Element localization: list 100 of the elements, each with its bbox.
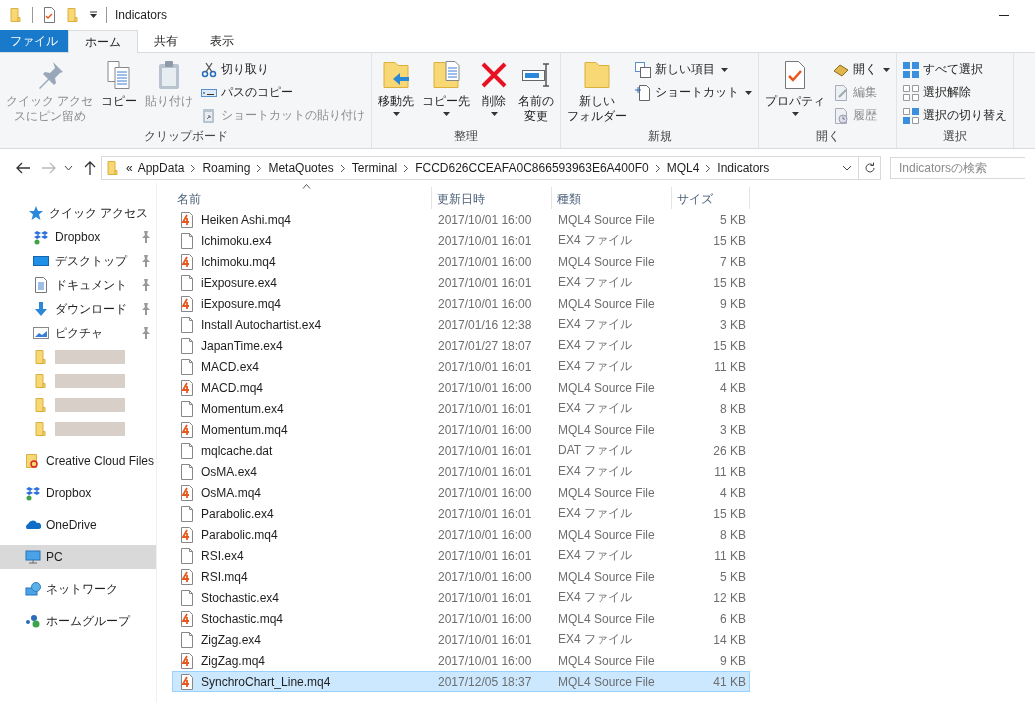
file-row[interactable]: Momentum.mq4 2017/10/01 16:00 MQL4 Source File 3 KB — [172, 419, 750, 440]
breadcrumb[interactable]: FCCD626CCEAFA0C866593963E6A400F0 — [415, 161, 649, 175]
ribbon-button[interactable]: コピー先 — [419, 56, 474, 128]
nav-item[interactable]: OneDrive — [0, 513, 156, 537]
file-row[interactable]: RSI.ex4 2017/10/01 16:01 EX4 ファイル 11 KB — [172, 545, 750, 566]
file-row[interactable]: Parabolic.ex4 2017/10/01 16:01 EX4 ファイル 15 KB — [172, 503, 750, 524]
pin-icon[interactable] — [141, 231, 151, 243]
nav-item[interactable]: ドキュメント — [0, 273, 156, 297]
file-row[interactable]: Heiken Ashi.mq4 2017/10/01 16:00 MQL4 Source File 5 KB — [172, 209, 750, 230]
nav-item[interactable]: ネットワーク — [0, 577, 156, 601]
file-row[interactable]: MACD.mq4 2017/10/01 16:00 MQL4 Source File 4 KB — [172, 377, 750, 398]
file-row[interactable]: ZigZag.mq4 2017/10/01 16:00 MQL4 Source File 9 KB — [172, 650, 750, 671]
ribbon-button[interactable]: コピー — [98, 56, 141, 128]
file-row[interactable]: RSI.mq4 2017/10/01 16:00 MQL4 Source File 5 KB — [172, 566, 750, 587]
source-file-icon — [179, 484, 195, 501]
nav-item[interactable]: デスクトップ — [0, 249, 156, 273]
nav-label: クイック アクセス — [49, 204, 149, 222]
chevron-right-icon[interactable] — [256, 163, 263, 173]
file-row[interactable]: Momentum.ex4 2017/10/01 16:01 EX4 ファイル 8 KB — [172, 398, 750, 419]
ribbon-button[interactable]: 切り取り — [198, 59, 369, 80]
file-row[interactable]: Stochastic.ex4 2017/10/01 16:01 EX4 ファイル 12 KB — [172, 587, 750, 608]
file-tab[interactable]: ファイル — [0, 30, 68, 52]
ribbon-button[interactable]: 削除 — [475, 56, 514, 128]
checked-document-icon[interactable] — [41, 7, 57, 23]
ribbon-button[interactable]: 名前の 変更 — [515, 56, 558, 128]
nav-item[interactable]: ホームグループ — [0, 609, 156, 633]
file-row[interactable]: Parabolic.mq4 2017/10/01 16:00 MQL4 Source File 8 KB — [172, 524, 750, 545]
pin-icon[interactable] — [141, 279, 151, 291]
file-icon — [179, 274, 195, 291]
chevron-right-icon[interactable] — [339, 163, 346, 173]
up-arrow-icon[interactable] — [83, 160, 97, 176]
chevron-right-icon[interactable] — [190, 163, 197, 173]
search-field[interactable]: Indicatorsの検索 — [890, 157, 1025, 179]
file-row[interactable]: mqlcache.dat 2017/10/01 16:01 DAT ファイル 26 KB — [172, 440, 750, 461]
ribbon-tab[interactable]: 共有 — [138, 30, 194, 53]
back-arrow-icon[interactable] — [15, 160, 31, 176]
ribbon-button[interactable]: 選択解除 — [900, 82, 1011, 103]
ribbon-button[interactable]: 新しい フォルダー — [564, 56, 631, 128]
file-row[interactable]: OsMA.ex4 2017/10/01 16:01 EX4 ファイル 11 KB — [172, 461, 750, 482]
nav-item[interactable]: ピクチャ — [0, 321, 156, 345]
column-header[interactable]: 種類 — [552, 187, 672, 209]
breadcrumb[interactable]: MQL4 — [666, 161, 700, 175]
file-size: 12 KB — [712, 589, 747, 607]
file-row[interactable]: Ichimoku.ex4 2017/10/01 16:01 EX4 ファイル 15 KB — [172, 230, 750, 251]
nav-item[interactable]: クイック アクセス — [0, 201, 156, 225]
ribbon-tab[interactable]: ホーム — [68, 30, 138, 53]
caret-icon[interactable] — [89, 11, 98, 19]
breadcrumb[interactable]: Indicators — [717, 161, 770, 175]
ribbon-tab[interactable]: 表示 — [194, 30, 250, 53]
pin-icon[interactable] — [141, 327, 151, 339]
breadcrumb[interactable]: MetaQuotes — [268, 161, 334, 175]
refresh-button[interactable] — [859, 156, 881, 180]
picture-icon — [33, 325, 49, 341]
overflow-button[interactable]: « — [126, 161, 133, 175]
column-header[interactable]: サイズ — [672, 187, 750, 209]
file-type: EX4 ファイル — [557, 400, 633, 417]
ribbon-button[interactable]: プロパティ — [762, 56, 829, 128]
file-row[interactable]: ZigZag.ex4 2017/10/01 16:01 EX4 ファイル 14 KB — [172, 629, 750, 650]
ribbon-button[interactable]: 開く — [830, 59, 894, 80]
file-type: EX4 ファイル — [557, 547, 633, 564]
source-file-icon — [179, 211, 195, 228]
nav-item[interactable]: Creative Cloud Files — [0, 449, 156, 473]
ribbon-button[interactable]: すべて選択 — [900, 59, 1011, 80]
nav-label: ピクチャ — [55, 324, 103, 342]
nav-item[interactable]: PC — [0, 545, 156, 569]
file-row[interactable]: SynchroChart_Line.mq4 2017/12/05 18:37 MQL4 Source File 41 KB — [172, 671, 750, 692]
pin-icon[interactable] — [141, 303, 151, 315]
file-row[interactable]: Install Autochartist.ex4 2017/01/16 12:38 EX4 ファイル 3 KB — [172, 314, 750, 335]
chevron-right-icon[interactable] — [654, 163, 661, 173]
nav-item[interactable]: ダウンロード — [0, 297, 156, 321]
file-row[interactable]: OsMA.mq4 2017/10/01 16:00 MQL4 Source File 4 KB — [172, 482, 750, 503]
file-type: MQL4 Source File — [557, 526, 656, 544]
file-type: EX4 ファイル — [557, 505, 633, 522]
modified-date: 2017/10/01 16:00 — [437, 211, 533, 229]
file-row[interactable]: MACD.ex4 2017/10/01 16:01 EX4 ファイル 11 KB — [172, 356, 750, 377]
ribbon-button[interactable]: パスのコピー — [198, 82, 369, 103]
ribbon-button[interactable]: 選択の切り替え — [900, 105, 1011, 126]
caret-icon[interactable] — [64, 165, 73, 171]
ribbon-button[interactable]: 新しい項目 — [632, 59, 756, 80]
nav-item[interactable]: Dropbox — [0, 481, 156, 505]
file-row[interactable]: Stochastic.mq4 2017/10/01 16:00 MQL4 Source File 6 KB — [172, 608, 750, 629]
column-header[interactable]: 名前 — [172, 187, 432, 209]
breadcrumb[interactable]: AppData — [137, 161, 185, 175]
file-row[interactable]: JapanTime.ex4 2017/01/27 18:07 EX4 ファイル 15 KB — [172, 335, 750, 356]
pin-icon[interactable] — [141, 255, 151, 267]
caret-icon[interactable] — [842, 165, 852, 171]
history-icon — [833, 107, 850, 124]
chevron-right-icon[interactable] — [403, 163, 410, 173]
file-row[interactable]: Ichimoku.mq4 2017/10/01 16:00 MQL4 Source File 7 KB — [172, 251, 750, 272]
breadcrumb[interactable]: Terminal — [351, 161, 398, 175]
file-row[interactable]: iExposure.ex4 2017/10/01 16:01 EX4 ファイル 15 KB — [172, 272, 750, 293]
address-bar[interactable]: « AppData Roaming MetaQuotes Terminal FCCD626CCEAFA0C866593963E6A400F0 MQL4 Indicators — [101, 156, 859, 180]
ribbon-button[interactable]: 移動先 — [375, 56, 418, 128]
ribbon-button[interactable]: ショートカット — [632, 82, 756, 103]
nav-item[interactable]: Dropbox — [0, 225, 156, 249]
chevron-right-icon[interactable] — [705, 163, 712, 173]
breadcrumb[interactable]: Roaming — [202, 161, 251, 175]
file-row[interactable]: iExposure.mq4 2017/10/01 16:00 MQL4 Source File 9 KB — [172, 293, 750, 314]
file-icon — [179, 442, 195, 459]
column-header[interactable]: 更新日時 — [432, 187, 552, 209]
